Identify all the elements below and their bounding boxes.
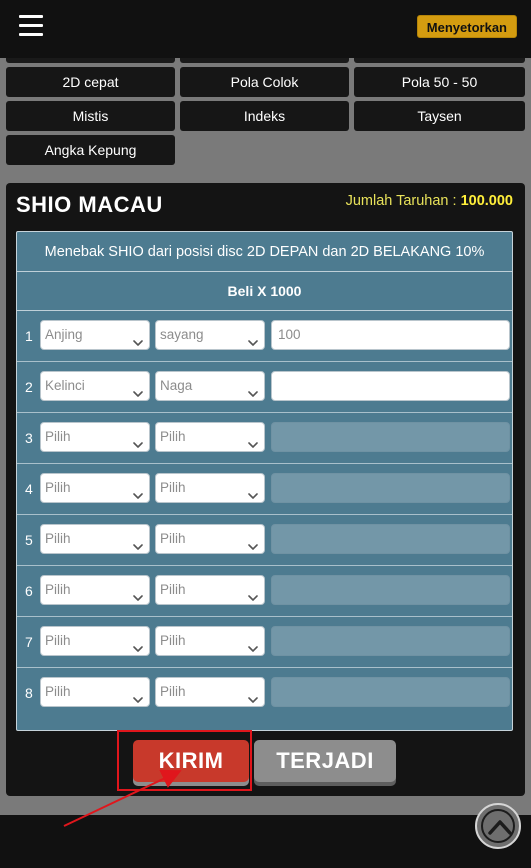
chevron-down-icon	[248, 330, 258, 346]
shio-select-back[interactable]: Pilih	[155, 524, 265, 554]
chevron-down-icon	[133, 534, 143, 550]
row-number: 5	[25, 532, 33, 548]
shio-select-front-value: Pilih	[45, 531, 71, 546]
chevron-down-icon	[133, 381, 143, 397]
row-number: 2	[25, 379, 33, 395]
shio-select-back[interactable]: Pilih	[155, 422, 265, 452]
shio-select-front[interactable]: Pilih	[40, 473, 150, 503]
chevron-down-icon	[248, 585, 258, 601]
table-row: 3 Pilih Pilih	[17, 413, 512, 464]
table-row: 4 Pilih Pilih	[17, 464, 512, 515]
bet-amount-input[interactable]: 100	[271, 320, 510, 350]
chevron-up-icon	[481, 809, 515, 843]
chevron-down-icon	[248, 483, 258, 499]
shio-select-back-value: Pilih	[160, 684, 186, 699]
table-row: 6 Pilih Pilih	[17, 566, 512, 617]
multiplier-label: Beli X 1000	[17, 272, 512, 311]
panel-title: SHIO MACAU	[16, 192, 163, 217]
shio-select-front[interactable]: Pilih	[40, 677, 150, 707]
top-bar: Menyetorkan	[0, 0, 531, 58]
shio-select-back[interactable]: Naga	[155, 371, 265, 401]
menu-item-mistis[interactable]: Mistis	[6, 101, 175, 131]
shio-select-back-value: Pilih	[160, 480, 186, 495]
shio-select-back[interactable]: Pilih	[155, 473, 265, 503]
row-number: 7	[25, 634, 33, 650]
chevron-down-icon	[133, 483, 143, 499]
chevron-down-icon	[133, 330, 143, 346]
deposit-button[interactable]: Menyetorkan	[416, 15, 517, 38]
shio-select-back-value: Pilih	[160, 429, 186, 444]
bet-total: Jumlah Taruhan : 100.000	[346, 193, 513, 209]
shio-select-front[interactable]: Pilih	[40, 626, 150, 656]
menu-item-indeks[interactable]: Indeks	[180, 101, 349, 131]
shio-select-back-value: Naga	[160, 378, 193, 393]
bet-amount-input[interactable]	[271, 473, 510, 503]
table-row: 8 Pilih Pilih	[17, 668, 512, 719]
chevron-down-icon	[133, 585, 143, 601]
bet-total-value: 100.000	[460, 193, 513, 209]
result-button[interactable]: TERJADI	[254, 740, 396, 782]
shio-select-front[interactable]: Anjing	[40, 320, 150, 350]
row-number: 6	[25, 583, 33, 599]
row-number: 1	[25, 328, 33, 344]
bet-amount-input[interactable]	[271, 575, 510, 605]
bet-amount-input[interactable]	[271, 626, 510, 656]
shio-select-front-value: Pilih	[45, 582, 71, 597]
chevron-down-icon	[248, 381, 258, 397]
chevron-down-icon	[248, 432, 258, 448]
bet-amount-input[interactable]	[271, 371, 510, 401]
shio-macau-panel: SHIO MACAU Jumlah Taruhan : 100.000 Mene…	[6, 183, 525, 796]
bet-amount-input[interactable]	[271, 524, 510, 554]
chevron-down-icon	[133, 432, 143, 448]
shio-select-front-value: Pilih	[45, 684, 71, 699]
game-description: Menebak SHIO dari posisi disc 2D DEPAN d…	[17, 232, 512, 272]
menu-item-2d-cepat[interactable]: 2D cepat	[6, 67, 175, 97]
tab-edge	[6, 58, 175, 63]
shio-select-front-value: Kelinci	[45, 378, 85, 393]
shio-select-back[interactable]: Pilih	[155, 626, 265, 656]
shio-select-back-value: sayang	[160, 327, 204, 342]
table-row: 1 Anjing sayang 100	[17, 311, 512, 362]
shio-select-back[interactable]: sayang	[155, 320, 265, 350]
row-number: 3	[25, 430, 33, 446]
bet-amount-input[interactable]	[271, 422, 510, 452]
row-number: 8	[25, 685, 33, 701]
shio-select-back-value: Pilih	[160, 633, 186, 648]
bet-total-label: Jumlah Taruhan :	[345, 193, 457, 209]
shio-select-front-value: Pilih	[45, 480, 71, 495]
chevron-down-icon	[133, 687, 143, 703]
shio-select-front-value: Anjing	[45, 327, 83, 342]
shio-select-front[interactable]: Kelinci	[40, 371, 150, 401]
chevron-down-icon	[133, 636, 143, 652]
tab-edge	[180, 58, 349, 63]
shio-select-back-value: Pilih	[160, 531, 186, 546]
bet-amount-input[interactable]	[271, 677, 510, 707]
bottom-bar	[0, 815, 531, 868]
shio-select-back[interactable]: Pilih	[155, 677, 265, 707]
shio-select-back-value: Pilih	[160, 582, 186, 597]
menu-item-pola-50-50[interactable]: Pola 50 - 50	[354, 67, 525, 97]
shio-select-front-value: Pilih	[45, 429, 71, 444]
shio-select-front[interactable]: Pilih	[40, 575, 150, 605]
menu-item-taysen[interactable]: Taysen	[354, 101, 525, 131]
menu-item-angka-kepung[interactable]: Angka Kepung	[6, 135, 175, 165]
chevron-down-icon	[248, 534, 258, 550]
hamburger-icon[interactable]	[19, 15, 43, 37]
chevron-down-icon	[248, 636, 258, 652]
tab-edge	[354, 58, 525, 63]
scroll-top-button[interactable]	[475, 803, 521, 849]
row-number: 4	[25, 481, 33, 497]
table-row: 5 Pilih Pilih	[17, 515, 512, 566]
shio-select-front-value: Pilih	[45, 633, 71, 648]
table-row: 7 Pilih Pilih	[17, 617, 512, 668]
table-row: 2 Kelinci Naga	[17, 362, 512, 413]
shio-select-front[interactable]: Pilih	[40, 422, 150, 452]
bet-table: Menebak SHIO dari posisi disc 2D DEPAN d…	[16, 231, 513, 731]
menu-item-pola-colok[interactable]: Pola Colok	[180, 67, 349, 97]
submit-button[interactable]: KIRIM	[133, 740, 249, 782]
chevron-down-icon	[248, 687, 258, 703]
shio-select-back[interactable]: Pilih	[155, 575, 265, 605]
shio-select-front[interactable]: Pilih	[40, 524, 150, 554]
